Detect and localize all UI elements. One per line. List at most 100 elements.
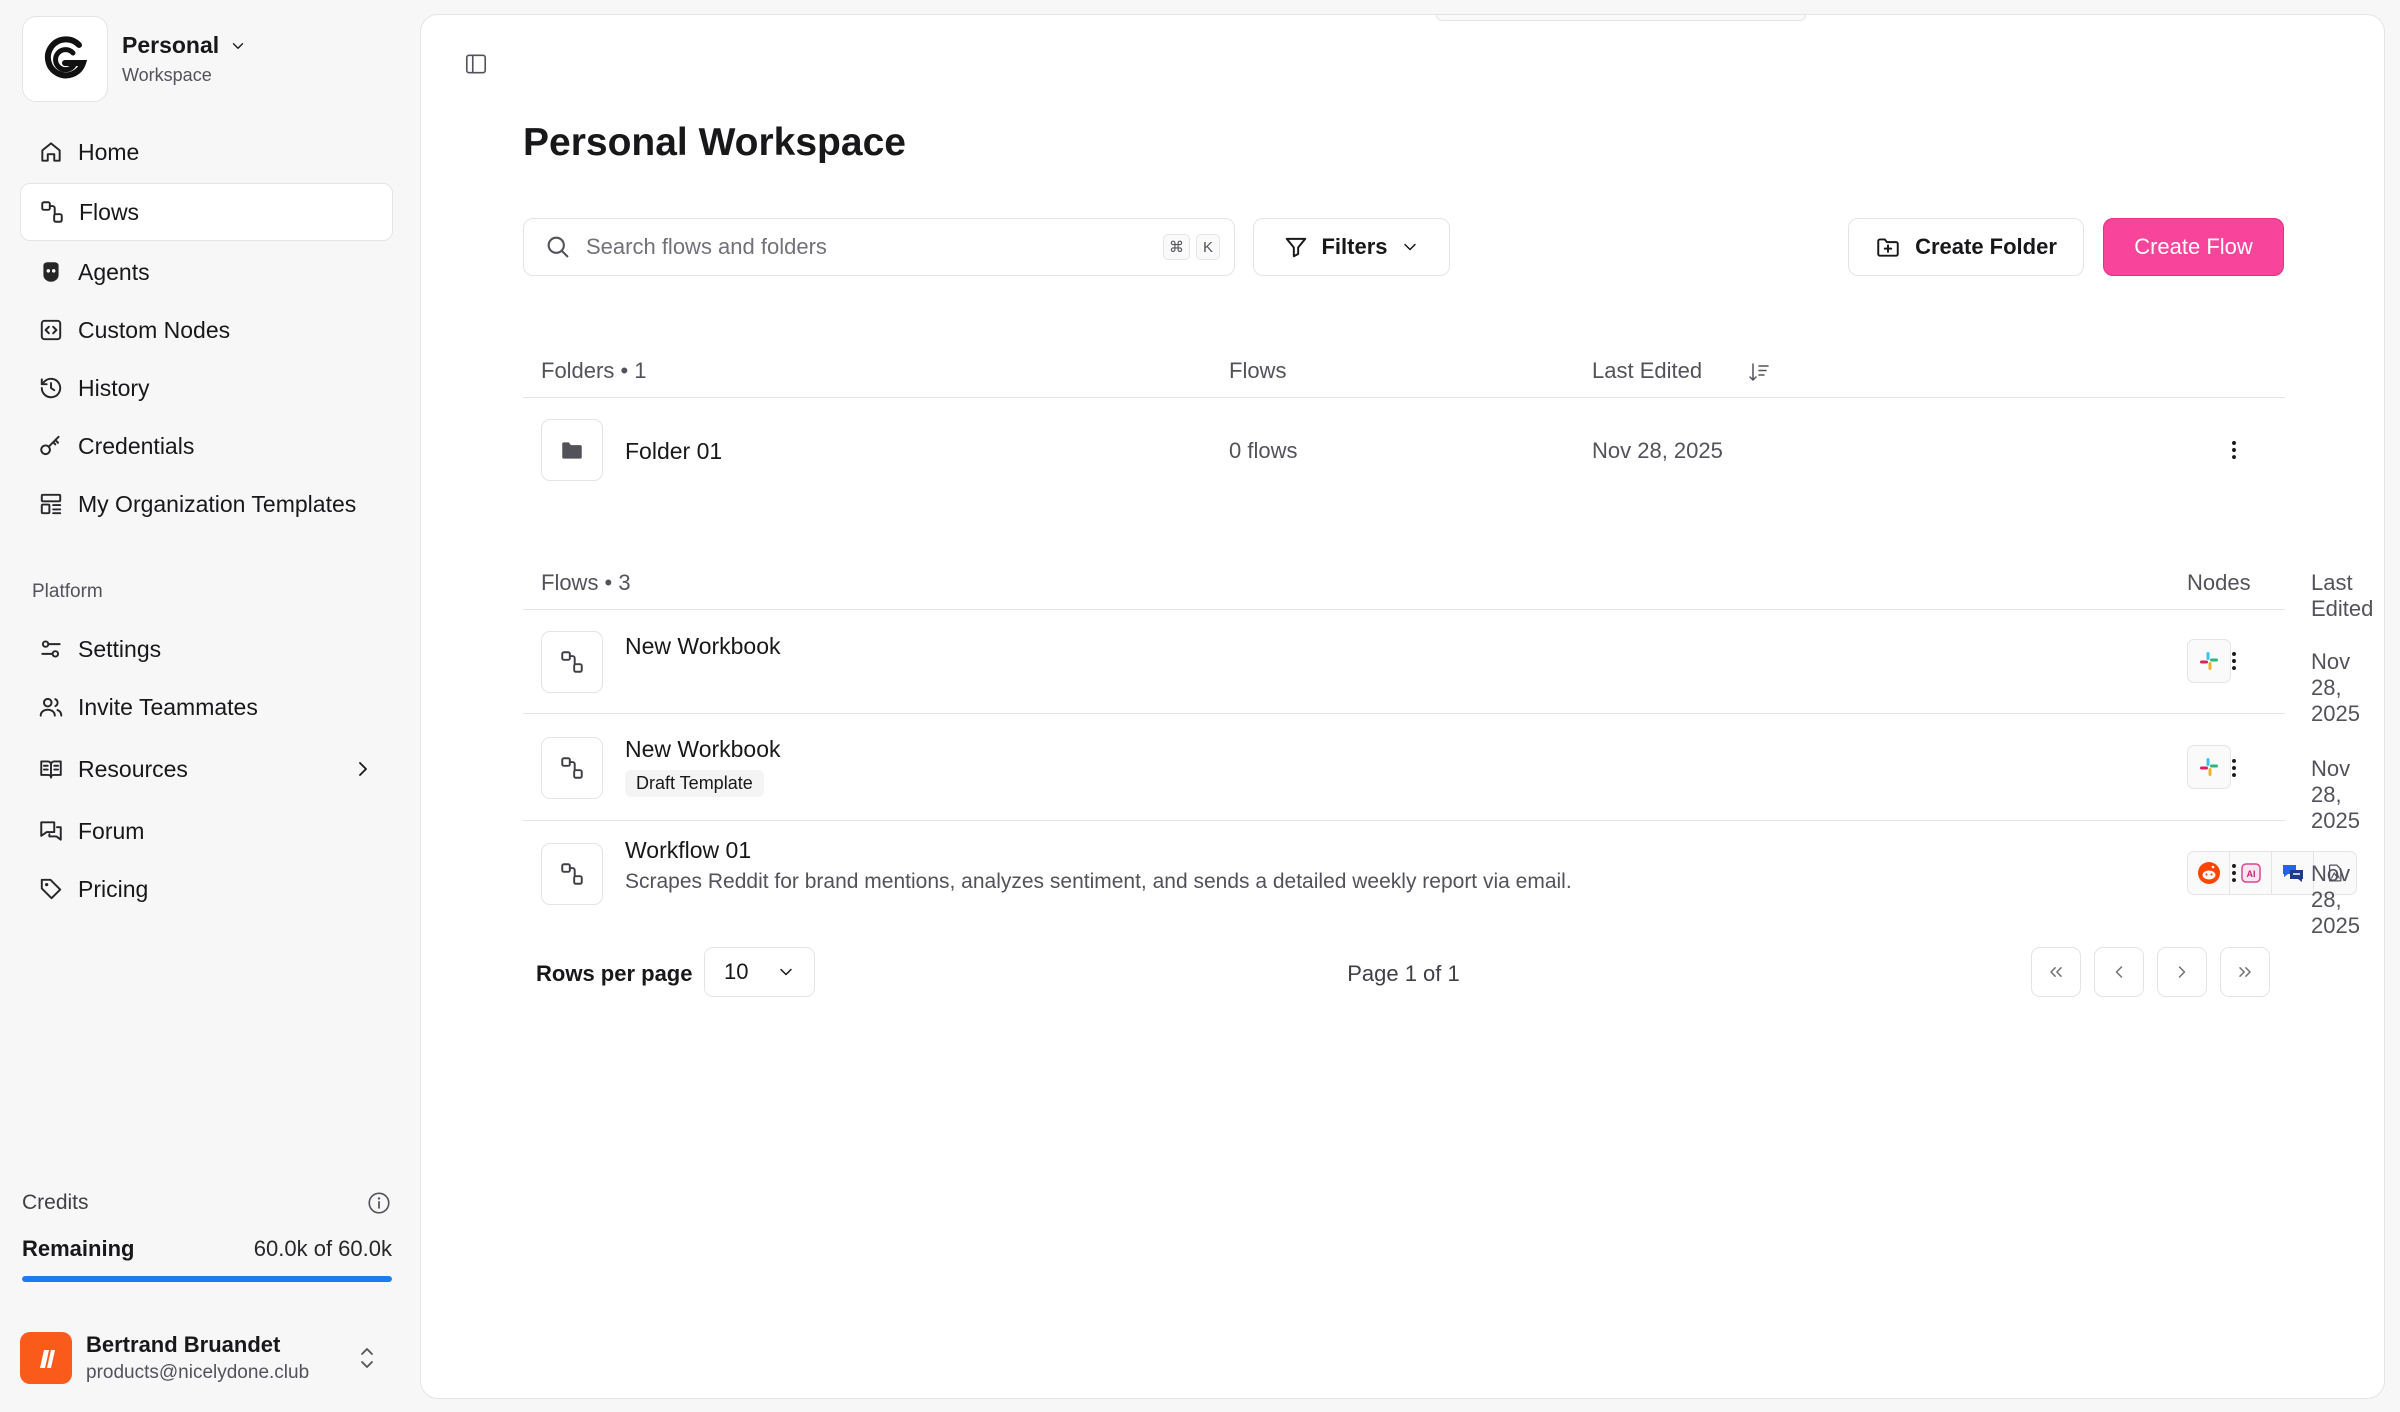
nav-item-label: Forum (78, 817, 145, 844)
chevron-right-icon (359, 762, 367, 776)
sort-icon[interactable] (1747, 360, 1771, 384)
flow-icon-box (541, 631, 603, 693)
forum-icon (40, 821, 62, 841)
nav-item-label: Credentials (78, 432, 195, 459)
user-menu[interactable]: Bertrand Bruandet products@nicelydone.cl… (20, 1328, 393, 1388)
page-indicator-text: Page 1 of 1 (1347, 961, 1460, 986)
more-vertical-icon[interactable] (2221, 860, 2247, 886)
search-shortcut: ⌘ K (1163, 234, 1220, 260)
nav-item-invite-teammates[interactable]: Invite Teammates (20, 678, 393, 736)
chevron-left-icon (2115, 966, 2123, 978)
nav-item-label: Custom Nodes (78, 316, 231, 343)
flow-description: Scrapes Reddit for brand mentions, analy… (625, 870, 1572, 893)
col-header-flows: Flows (1229, 358, 1287, 383)
user-email: products@nicelydone.club (86, 1362, 310, 1383)
folder-plus-icon (1877, 238, 1899, 257)
nav-item-settings[interactable]: Settings (20, 620, 393, 678)
flow-name[interactable]: Workflow 01 (625, 837, 751, 864)
flow-icon-box (541, 737, 603, 799)
template-icon (40, 493, 62, 515)
code-square-icon (40, 319, 62, 341)
col-header-last-edited[interactable]: Last Edited (1592, 358, 1702, 384)
users-icon (39, 697, 63, 717)
tag-icon (40, 878, 62, 900)
search-icon (547, 236, 569, 258)
table-row[interactable]: New Workbook Nov 28, 2025 (523, 611, 2360, 726)
folder-name[interactable]: Folder 01 (625, 438, 722, 465)
first-page-button[interactable] (2031, 947, 2081, 997)
settings-sliders-icon (41, 640, 61, 658)
col-header-last-edited[interactable]: Last Edited (2311, 570, 2373, 622)
chevron-updown-icon (361, 1348, 373, 1368)
more-vertical-icon[interactable] (2221, 648, 2247, 674)
flow-icon (561, 863, 583, 885)
chevron-down-icon (1403, 243, 1416, 251)
table-row[interactable]: Workflow 01 Scrapes Reddit for brand men… (523, 821, 2360, 938)
flow-last-edited: Nov 28, 2025 (2311, 861, 2360, 938)
nav-item-flows[interactable]: Flows (20, 183, 393, 241)
folder-flow-count: 0 flows (1229, 438, 1298, 463)
page-title: Personal Workspace (523, 121, 906, 164)
search-input[interactable] (586, 234, 1126, 260)
previous-page-button[interactable] (2094, 947, 2144, 997)
user-name: Bertrand Bruandet (86, 1332, 281, 1357)
last-page-button[interactable] (2220, 947, 2270, 997)
nav-item-resources[interactable]: Resources (20, 740, 393, 798)
nav-item-label: My Organization Templates (78, 490, 357, 517)
nav-item-history[interactable]: History (20, 359, 393, 417)
create-flow-label: Create Flow (2134, 234, 2253, 259)
nav-item-home[interactable]: Home (20, 123, 393, 181)
workspace-switcher[interactable]: Personal Workspace (22, 16, 247, 102)
app-logo (22, 16, 108, 102)
info-icon[interactable] (366, 1190, 392, 1216)
flow-last-edited: Nov 28, 2025 (2311, 756, 2360, 833)
more-vertical-icon[interactable] (2221, 755, 2247, 781)
more-vertical-icon[interactable] (2221, 437, 2247, 463)
nav-item-label: Settings (78, 635, 162, 662)
main-nav: Home Flows Agents Custom Nodes History C… (20, 123, 393, 533)
create-folder-button[interactable]: Create Folder (1848, 218, 2084, 276)
flow-name[interactable]: New Workbook (625, 633, 781, 660)
sidebar-toggle-icon[interactable] (463, 51, 489, 77)
nav-item-label: Agents (78, 258, 150, 285)
flow-icon-box (541, 843, 603, 905)
workspace-subtitle: Workspace (122, 65, 212, 85)
svg-text:AI: AI (2246, 869, 2255, 879)
flow-icon (561, 651, 583, 673)
nav-item-pricing[interactable]: Pricing (20, 860, 393, 918)
nav-item-org-templates[interactable]: My Organization Templates (20, 475, 393, 533)
nav-item-label: Pricing (78, 875, 149, 902)
filter-icon (1286, 237, 1307, 258)
filters-label: Filters (1321, 234, 1388, 259)
folders-count-header: Folders • 1 (541, 358, 647, 383)
shortcut-key: K (1196, 234, 1220, 260)
table-row[interactable]: Folder 01 0 flows Nov 28, 2025 (523, 399, 2285, 503)
chevrons-left-icon (2050, 967, 2062, 977)
avatar (20, 1332, 72, 1384)
nav-item-custom-nodes[interactable]: Custom Nodes (20, 301, 393, 359)
chevron-right-icon (2178, 966, 2186, 978)
credits-remaining-label: Remaining (22, 1236, 135, 1261)
home-icon (41, 142, 61, 162)
workspace-name: Personal (122, 32, 220, 58)
sidebar: Personal Workspace Home Flows Agents Cus… (0, 0, 418, 1412)
folders-table-header: Folders • 1 Flows Last Edited (523, 346, 2285, 398)
search-box[interactable]: ⌘ K (523, 218, 1235, 276)
agent-icon (43, 262, 59, 282)
book-icon (40, 760, 62, 779)
create-flow-button[interactable]: Create Flow (2103, 218, 2284, 276)
table-row[interactable]: New Workbook Draft Template Nov 28, 2025 (523, 714, 2360, 833)
flows-table-header-edited: Last Edited (523, 558, 2373, 621)
chevron-down-icon (232, 42, 244, 49)
draft-template-badge: Draft Template (625, 770, 764, 797)
flow-name[interactable]: New Workbook (625, 736, 781, 763)
filters-button[interactable]: Filters (1253, 218, 1450, 276)
nav-item-label: Home (78, 138, 140, 165)
nav-item-credentials[interactable]: Credentials (20, 417, 393, 475)
nav-item-agents[interactable]: Agents (20, 243, 393, 301)
nav-item-label: Invite Teammates (78, 693, 258, 720)
folder-icon (562, 442, 582, 459)
key-icon (40, 435, 60, 456)
nav-item-forum[interactable]: Forum (20, 802, 393, 860)
next-page-button[interactable] (2157, 947, 2207, 997)
